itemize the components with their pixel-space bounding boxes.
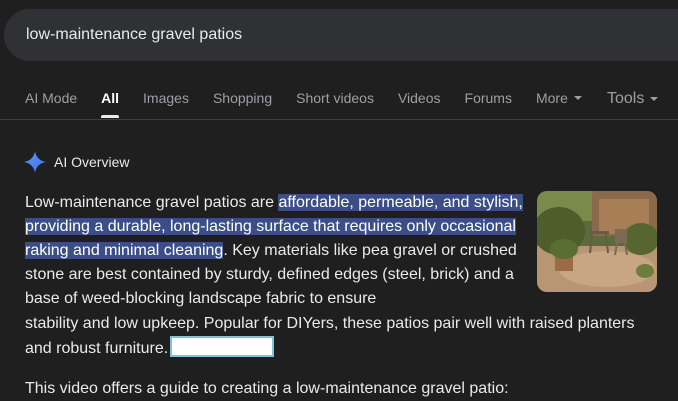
tab-shopping[interactable]: Shopping bbox=[213, 90, 272, 106]
tabs-divider bbox=[0, 119, 678, 120]
tab-label: More bbox=[535, 90, 568, 106]
tab-images[interactable]: Images bbox=[143, 90, 189, 106]
overview-intro-text: Low-maintenance gravel patios are bbox=[25, 194, 279, 211]
sparkle-icon bbox=[24, 151, 46, 173]
tools-label: Tools bbox=[607, 90, 645, 107]
chevron-down-icon bbox=[650, 97, 659, 101]
tab-label: All bbox=[101, 90, 120, 106]
tab-short-videos[interactable]: Short videos bbox=[296, 90, 374, 106]
tab-forums[interactable]: Forums bbox=[465, 90, 512, 106]
tab-label: AI Mode bbox=[25, 90, 78, 106]
tab-more[interactable]: More bbox=[536, 90, 582, 106]
search-bar[interactable]: low-maintenance gravel patios bbox=[4, 9, 678, 61]
gravel-patio-thumbnail[interactable] bbox=[537, 191, 657, 292]
ai-overview-header: AI Overview bbox=[24, 151, 129, 173]
tab-label: Short videos bbox=[296, 90, 374, 106]
search-query-text[interactable]: low-maintenance gravel patios bbox=[26, 26, 242, 44]
tab-all[interactable]: All bbox=[101, 90, 120, 118]
tab-label: Images bbox=[143, 90, 189, 106]
source-link-chip[interactable] bbox=[170, 336, 275, 357]
overview-continuation-text: stability and low upkeep. Popular for DI… bbox=[25, 315, 635, 357]
tab-ai-mode[interactable]: AI Mode bbox=[25, 90, 77, 106]
tab-label: Forums bbox=[464, 90, 512, 106]
ai-overview-paragraph: Low-maintenance gravel patios are afford… bbox=[25, 191, 530, 311]
tab-label: Shopping bbox=[212, 90, 273, 106]
tools-button[interactable]: Tools bbox=[607, 90, 659, 108]
video-intro-text: This video offers a guide to creating a … bbox=[25, 380, 509, 397]
search-tabs: AI Mode All Images Shopping Short videos… bbox=[25, 90, 606, 120]
ai-overview-title: AI Overview bbox=[54, 154, 130, 170]
tab-videos[interactable]: Videos bbox=[398, 90, 441, 106]
ai-overview-paragraph-continued: stability and low upkeep. Popular for DI… bbox=[25, 312, 665, 361]
chevron-down-icon bbox=[573, 96, 582, 100]
tab-label: Videos bbox=[397, 90, 441, 106]
garden-patio-image bbox=[537, 191, 657, 292]
